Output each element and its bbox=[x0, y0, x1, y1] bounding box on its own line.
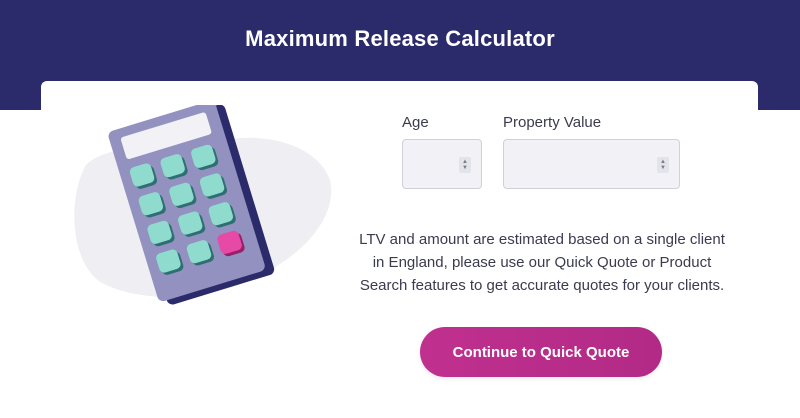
page-title: Maximum Release Calculator bbox=[245, 26, 555, 51]
continue-to-quick-quote-button[interactable]: Continue to Quick Quote bbox=[420, 327, 662, 377]
age-stepper[interactable]: ▲ ▼ bbox=[459, 157, 471, 173]
calculator-icon bbox=[74, 105, 332, 305]
property-value-input[interactable]: ▲ ▼ bbox=[503, 139, 680, 189]
age-input[interactable]: ▲ ▼ bbox=[402, 139, 482, 189]
disclaimer-text: LTV and amount are estimated based on a … bbox=[359, 231, 725, 294]
property-value-stepper[interactable]: ▲ ▼ bbox=[657, 157, 669, 173]
stepper-down-icon[interactable]: ▼ bbox=[660, 165, 666, 171]
property-value-label: Property Value bbox=[503, 114, 602, 131]
stepper-down-icon[interactable]: ▼ bbox=[462, 165, 468, 171]
age-label: Age bbox=[402, 114, 429, 131]
